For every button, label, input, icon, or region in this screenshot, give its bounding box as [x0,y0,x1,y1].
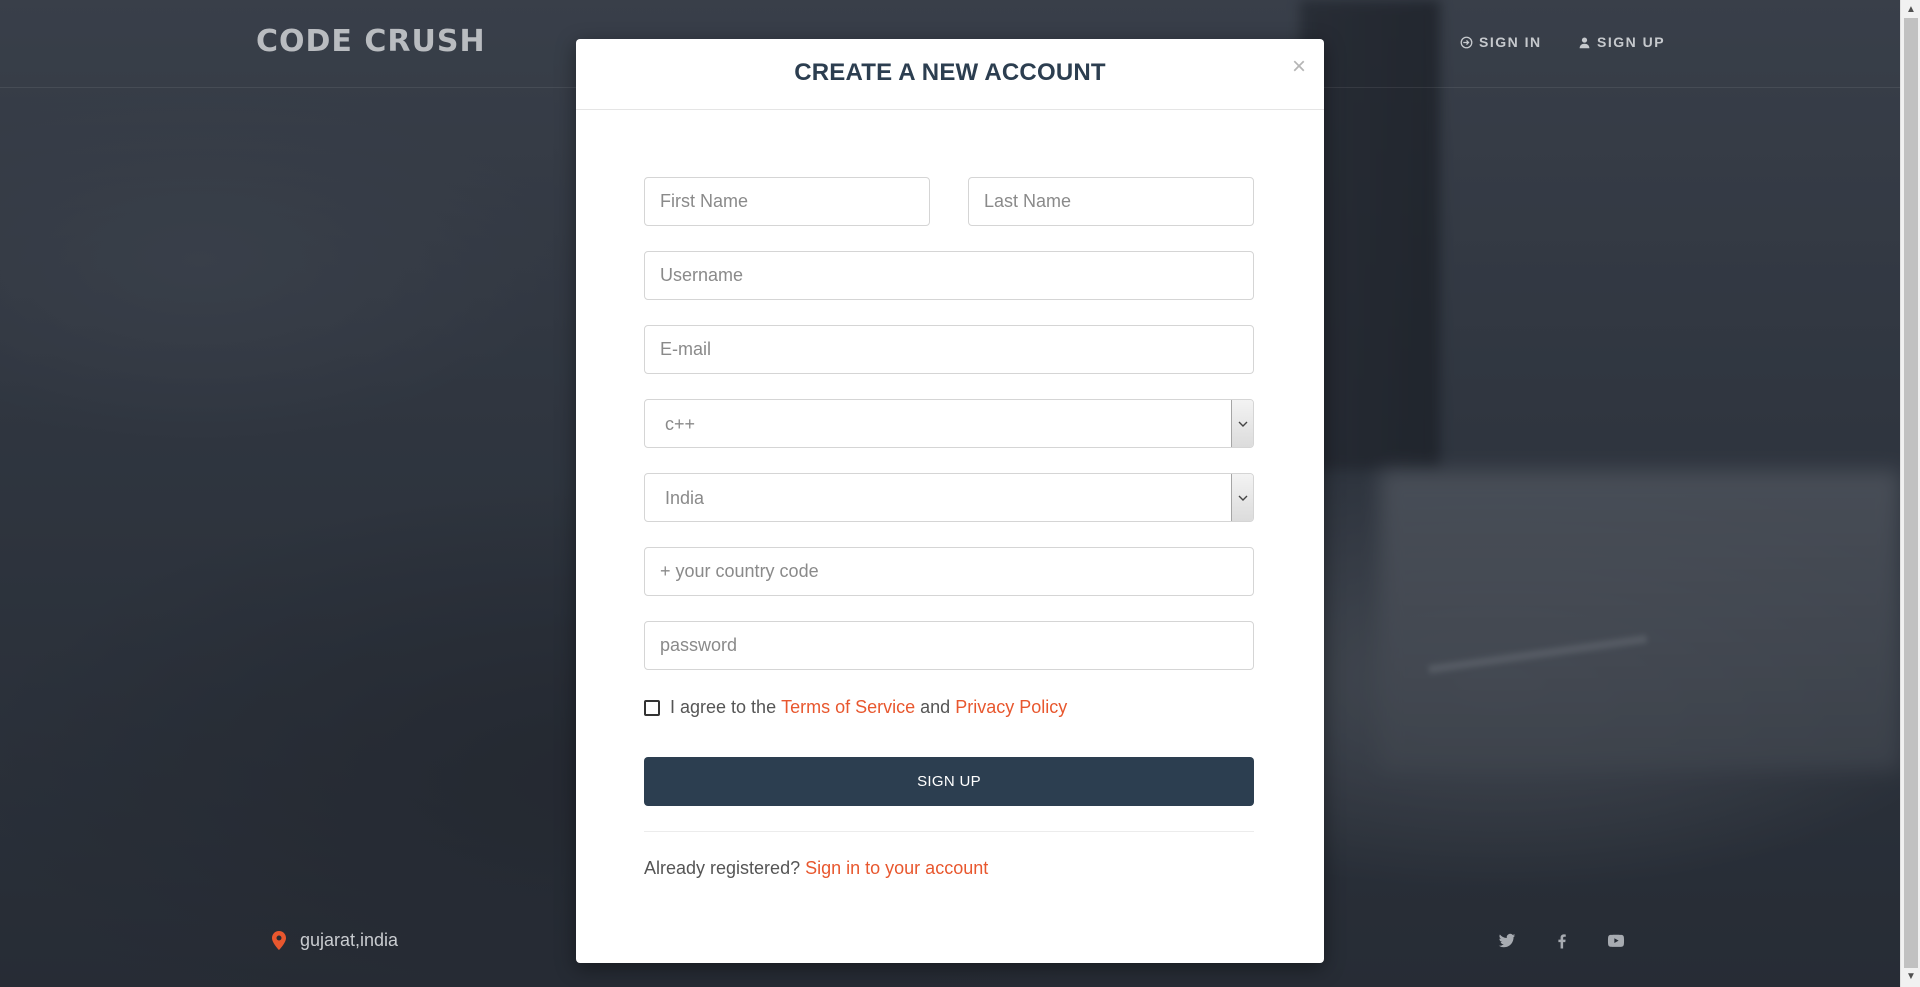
chevron-down-icon[interactable] [1231,474,1253,521]
signup-modal: CREATE A NEW ACCOUNT × c++ India I agree… [576,39,1324,963]
agree-prefix: I agree to the [670,697,777,717]
already-registered: Already registered? Sign in to your acco… [644,858,988,879]
last-name-input[interactable] [968,177,1254,226]
country-code-input[interactable] [644,547,1254,596]
country-select-value: India [665,488,705,508]
terms-checkbox[interactable] [644,699,660,716]
twitter-link[interactable] [1498,932,1516,955]
username-input[interactable] [644,251,1254,300]
sign-in-link[interactable]: SIGN IN [1460,34,1542,50]
site-logo[interactable]: CODE CRUSH [256,24,486,59]
chevron-down-icon[interactable] [1231,400,1253,447]
scroll-up-arrow-icon[interactable]: ▲ [1905,4,1917,16]
sign-in-icon [1460,36,1473,48]
youtube-link[interactable] [1606,932,1626,955]
scroll-thumb[interactable] [1904,18,1918,968]
modal-header: CREATE A NEW ACCOUNT × [576,39,1324,110]
location-text: gujarat,india [300,930,399,950]
facebook-link[interactable] [1553,932,1571,955]
sign-up-link[interactable]: SIGN UP [1578,34,1665,50]
divider [644,831,1254,832]
language-select-value: c++ [665,414,696,434]
sign-up-label: SIGN UP [1597,34,1666,50]
scroll-down-arrow-icon[interactable]: ▼ [1905,971,1917,983]
close-icon[interactable]: × [1292,55,1306,79]
terms-agreement: I agree to the Terms of Service and Priv… [644,697,1067,718]
email-input[interactable] [644,325,1254,374]
first-name-input[interactable] [644,177,930,226]
sign-up-button[interactable]: SIGN UP [644,757,1254,806]
already-registered-text: Already registered? [644,858,801,878]
terms-of-service-link[interactable]: Terms of Service [781,697,915,718]
agree-and: and [920,697,951,717]
sign-in-account-link[interactable]: Sign in to your account [805,858,988,878]
youtube-icon [1607,934,1625,947]
privacy-policy-link[interactable]: Privacy Policy [955,697,1067,718]
sign-in-label: SIGN IN [1479,34,1542,50]
country-select[interactable]: India [644,473,1254,522]
footer-location: gujarat,india [272,930,398,951]
language-select[interactable]: c++ [644,399,1254,448]
modal-title: CREATE A NEW ACCOUNT [794,59,1106,86]
page-scrollbar[interactable]: ▲ ▼ [1900,0,1920,987]
user-icon [1579,36,1590,48]
password-input[interactable] [644,621,1254,670]
facebook-icon [1558,934,1566,949]
map-pin-icon [272,931,286,950]
twitter-icon [1498,933,1516,948]
